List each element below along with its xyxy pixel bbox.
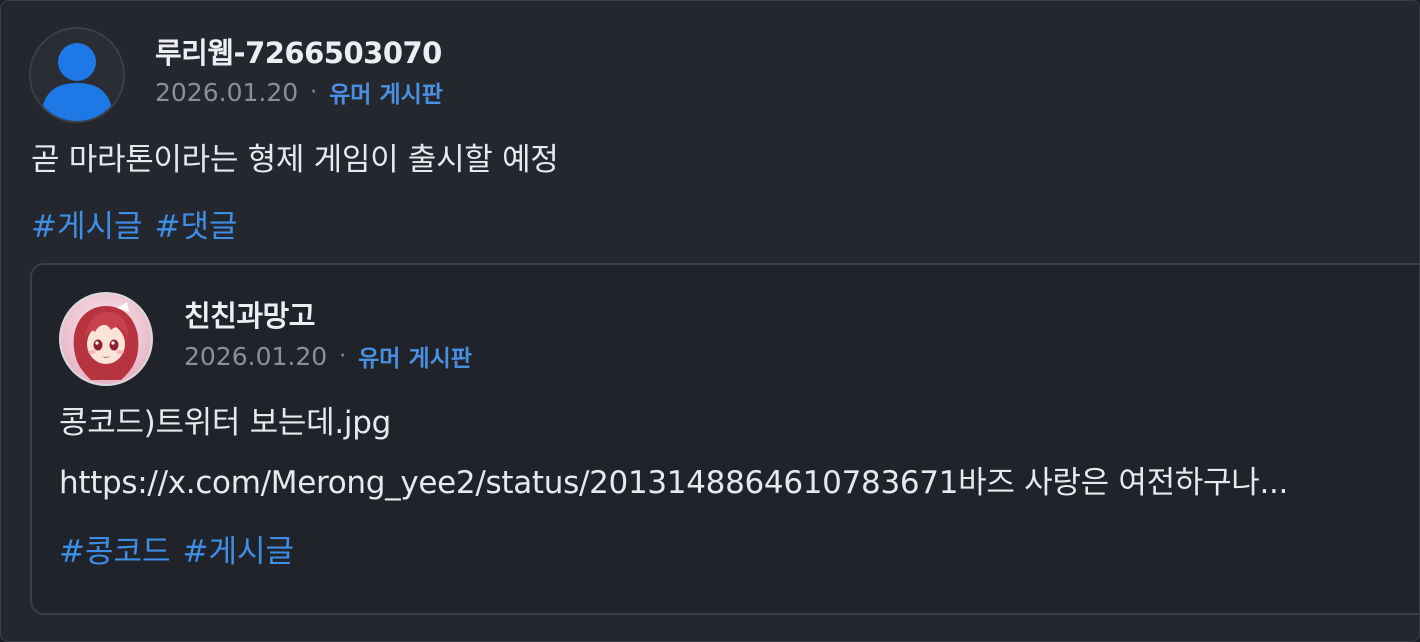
quoted-post-text[interactable]: https://x.com/Merong_yee2/status/2013148… — [59, 457, 1288, 502]
quoted-board-link[interactable]: 유머 게시판 — [358, 339, 472, 373]
default-user-avatar-icon — [41, 43, 113, 121]
author-name[interactable]: 루리웹-7266503070 — [155, 30, 442, 72]
post-date: 2026.01.20 — [155, 77, 299, 107]
quoted-post-date: 2026.01.20 — [184, 341, 328, 371]
tag-link[interactable]: #콩코드 — [59, 526, 171, 571]
tag-link[interactable]: #게시글 — [31, 201, 143, 246]
tag-link[interactable]: #게시글 — [183, 526, 295, 571]
post-card: 루리웹-7266503070 2026.01.20 · 유머 게시판 곧 마라톤… — [0, 0, 1420, 642]
board-link[interactable]: 유머 게시판 — [329, 75, 443, 109]
quoted-author-name[interactable]: 친친과망고 — [184, 293, 315, 335]
meta-separator: · — [339, 343, 347, 369]
quoted-post-meta: 2026.01.20 · 유머 게시판 — [184, 339, 472, 373]
tag-link[interactable]: #댓글 — [155, 201, 238, 246]
post-tags: #게시글 #댓글 — [31, 201, 238, 246]
post-meta: 2026.01.20 · 유머 게시판 — [155, 75, 443, 109]
author-avatar[interactable] — [29, 27, 125, 123]
quoted-post-title[interactable]: 콩코드)트위터 보는데.jpg — [59, 397, 391, 442]
meta-separator: · — [310, 79, 318, 105]
quoted-post-tags: #콩코드 #게시글 — [59, 526, 294, 571]
quoted-author-avatar[interactable] — [59, 292, 153, 386]
post-text: 곧 마라톤이라는 형제 게임이 출시할 예정 — [31, 142, 559, 178]
anime-character-avatar — [61, 294, 151, 384]
